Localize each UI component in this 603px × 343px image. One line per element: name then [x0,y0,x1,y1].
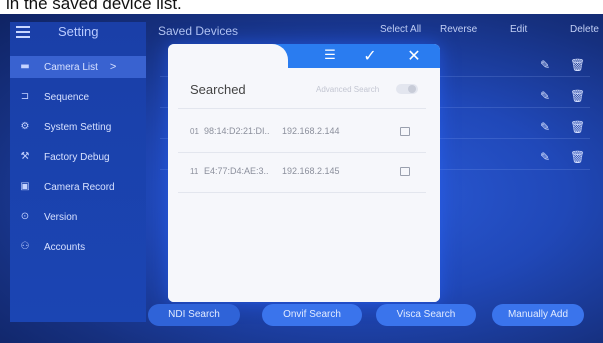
trash-icon[interactable]: 🗑 [570,120,585,134]
sidebar-item-label: Sequence [44,91,90,103]
edit-row-icon[interactable]: ✎ [540,89,550,103]
ndi-search-button[interactable]: NDI Search [148,304,240,326]
sidebar-title: Setting [58,24,99,39]
sidebar-item-label: Version [44,211,78,223]
record-icon: ▣ [20,181,30,192]
visca-search-button[interactable]: Visca Search [376,304,476,326]
advanced-search-label: Advanced Search [316,85,380,94]
sequence-icon: ⊐ [20,91,30,102]
sidebar-item-accounts[interactable]: ⚇ Accounts [10,236,146,258]
device-checkbox[interactable] [400,127,410,136]
sidebar-item-factory-debug[interactable]: ⚒ Factory Debug [10,146,146,168]
accounts-icon: ⚇ [20,241,30,252]
trash-icon[interactable]: 🗑 [570,150,585,164]
version-icon: ⊙ [20,211,30,222]
edit-row-icon[interactable]: ✎ [540,120,550,134]
sidebar-item-sequence[interactable]: ⊐ Sequence [10,86,146,108]
searched-dialog: ☰ ✓ ✕ Searched Advanced Search 01 98:14:… [168,44,440,302]
sidebar-item-label: Accounts [44,241,86,253]
dialog-title: Searched [190,82,246,97]
dialog-divider [178,108,426,109]
confirm-check-icon[interactable]: ✓ [358,46,382,66]
menu-icon[interactable] [16,26,30,38]
dialog-tab [168,44,288,68]
debug-icon: ⚒ [20,151,30,162]
sidebar-item-version[interactable]: ⊙ Version [10,206,146,228]
manually-add-button[interactable]: Manually Add [492,304,584,326]
sidebar-item-system-setting[interactable]: ⚙ System Setting [10,116,146,138]
dialog-divider [178,152,426,153]
select-all-button[interactable]: Select All [380,24,421,35]
device-ip: 192.168.2.145 [282,166,340,176]
device-checkbox[interactable] [400,167,410,176]
device-index: 11 [190,167,199,176]
device-index: 01 [190,127,199,136]
camera-icon: ▬ [20,61,30,72]
device-mac: 98:14:D2:21:DI.. [204,126,270,136]
device-screen: Setting ▬ Camera List > ⊐ Sequence ⚙ Sys… [0,14,603,343]
sidebar: Setting ▬ Camera List > ⊐ Sequence ⚙ Sys… [10,22,146,322]
sidebar-item-label: System Setting [44,121,112,133]
sidebar-item-label: Camera Record [44,181,115,193]
trash-icon[interactable]: 🗑 [570,58,585,72]
edit-row-icon[interactable]: ✎ [540,58,550,72]
dialog-body: Searched Advanced Search 01 98:14:D2:21:… [168,68,440,302]
edit-row-icon[interactable]: ✎ [540,150,550,164]
sidebar-item-label: Factory Debug [44,151,110,163]
dialog-divider [178,192,426,193]
toggle-knob [408,85,416,93]
sidebar-item-camera-record[interactable]: ▣ Camera Record [10,176,146,198]
chevron-right-icon: > [109,61,117,73]
page-title: Saved Devices [158,24,239,38]
onvif-search-button[interactable]: Onvif Search [262,304,362,326]
device-row[interactable]: 01 98:14:D2:21:DI.. 192.168.2.144 [178,118,426,148]
reverse-button[interactable]: Reverse [440,24,477,35]
device-row[interactable]: 11 E4:77:D4:AE:3.. 192.168.2.145 [178,158,426,188]
gear-icon: ⚙ [20,121,30,132]
dialog-header: ☰ ✓ ✕ [168,44,440,68]
device-mac: E4:77:D4:AE:3.. [204,166,269,176]
close-icon[interactable]: ✕ [402,46,426,66]
sidebar-item-camera-list[interactable]: ▬ Camera List > [10,56,146,78]
trash-icon[interactable]: 🗑 [570,89,585,103]
advanced-search-toggle[interactable] [396,84,418,94]
main-header: Saved Devices Select All Reverse Edit De… [146,20,603,42]
edit-button[interactable]: Edit [510,24,527,35]
select-list-icon[interactable]: ☰ [318,46,342,66]
device-ip: 192.168.2.144 [282,126,340,136]
caption-text: in the saved device list. [6,0,182,13]
delete-button[interactable]: Delete [570,24,599,35]
sidebar-item-label: Camera List [44,61,98,73]
sidebar-header: Setting [10,22,146,42]
